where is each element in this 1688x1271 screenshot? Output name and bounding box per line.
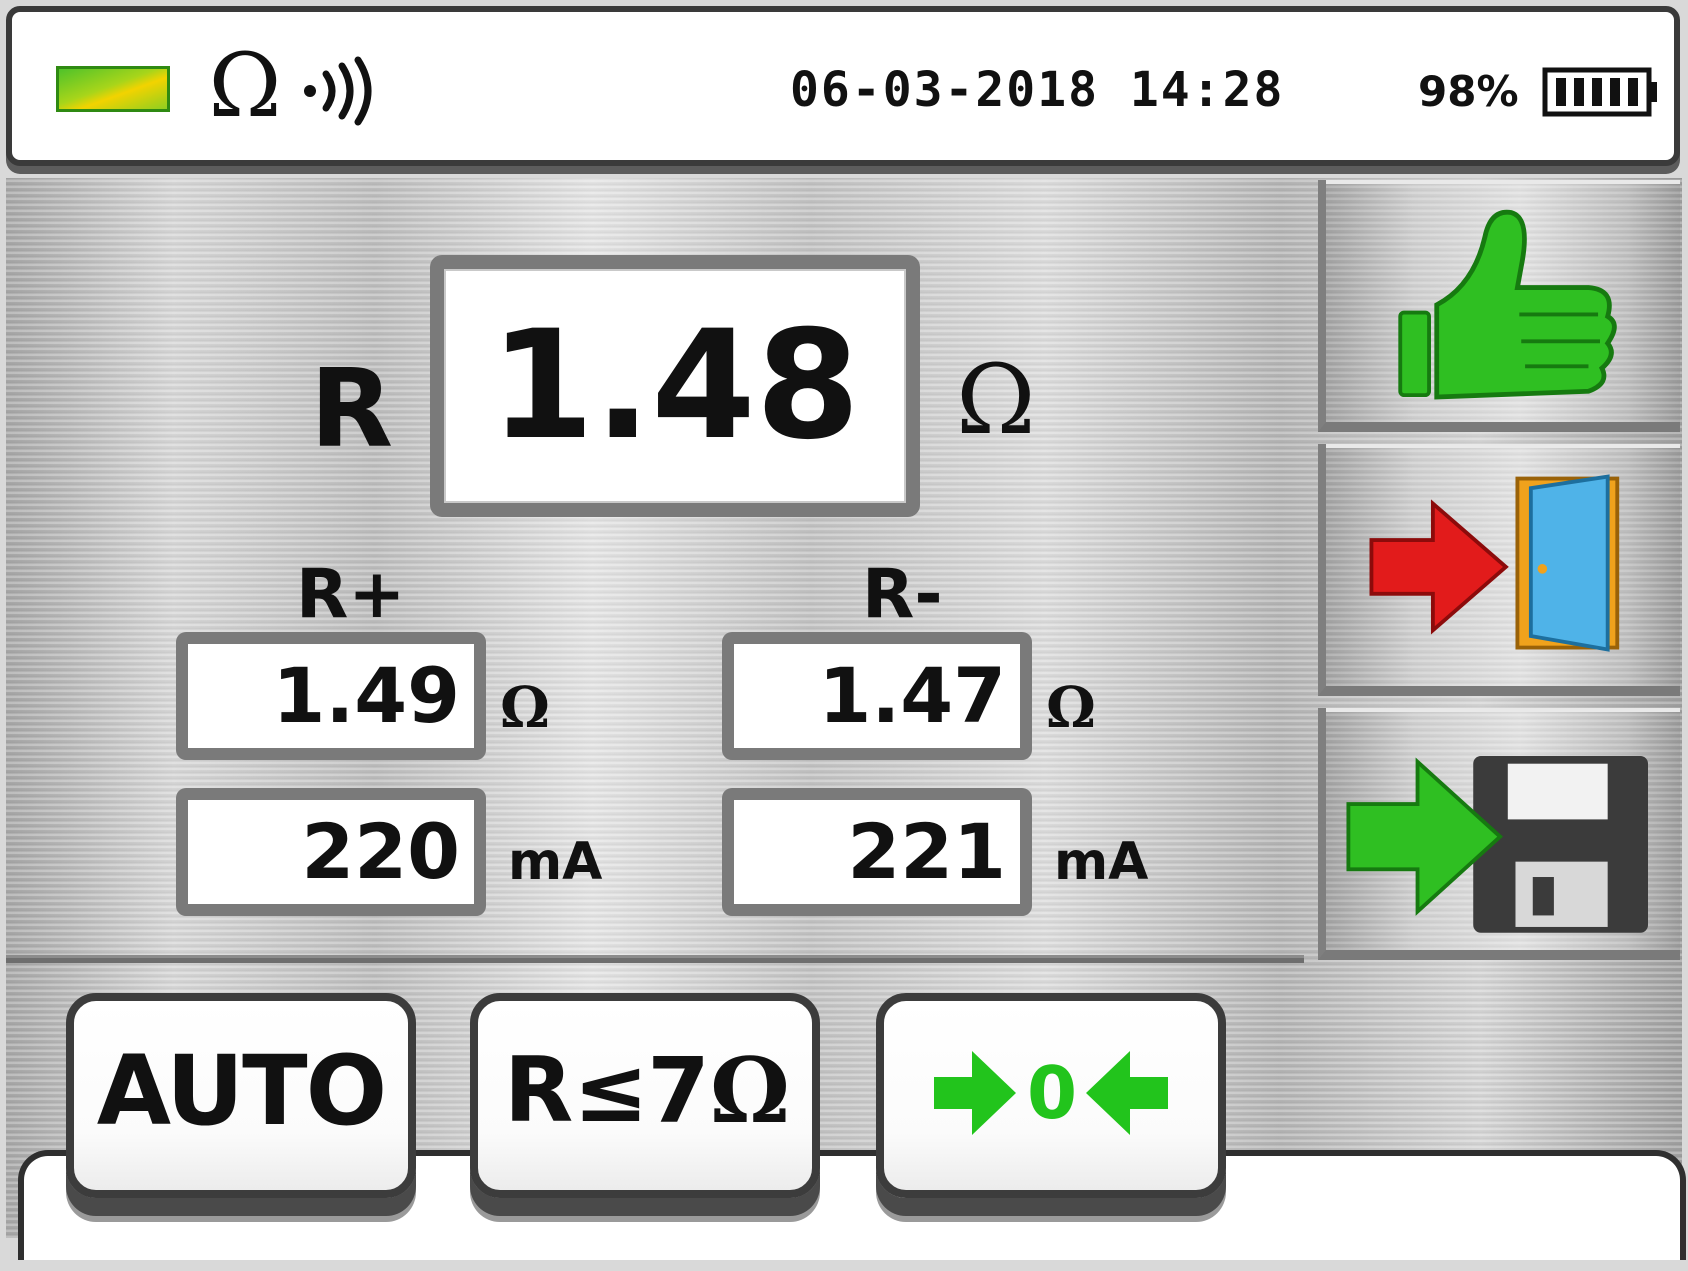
thumbs-up-icon — [1398, 209, 1617, 400]
r-plus-current-unit: mA — [508, 832, 603, 892]
exit-button[interactable] — [1318, 444, 1680, 696]
r-minus-resistance-unit: Ω — [1046, 675, 1096, 741]
r-plus-resistance-unit: Ω — [500, 675, 550, 741]
main-reading-label: R — [310, 347, 394, 472]
omega-icon: Ω — [208, 34, 282, 137]
r-minus-label: R- — [862, 555, 943, 634]
auto-button-label: AUTO — [96, 1035, 387, 1147]
r-minus-current-unit: mA — [1054, 832, 1149, 892]
range-button[interactable]: R≤ 7Ω — [470, 993, 820, 1198]
r-minus-current-box: 221 — [722, 788, 1032, 916]
range-symbol: R≤ — [504, 1038, 649, 1143]
beeper-icon — [304, 56, 372, 126]
main-reading-value: 1.48 — [489, 299, 861, 473]
range-unit: Ω — [709, 1038, 790, 1144]
exit-door-icon — [1369, 474, 1620, 652]
main-reading-box: 1.48 — [430, 255, 920, 517]
range-value-group: 7Ω — [647, 1001, 790, 1182]
battery-percent: 98% — [1418, 67, 1519, 116]
zero-label: 0 — [1026, 1051, 1077, 1135]
r-plus-resistance-box: 1.49 — [176, 632, 486, 760]
status-bar: Ω 06-03-2018 14:28 98% — [6, 6, 1680, 166]
r-minus-current-value: 221 — [847, 807, 1006, 896]
range-display: R≤ 7Ω — [478, 1001, 812, 1181]
status-indicator-icon — [56, 66, 170, 112]
datetime: 06-03-2018 14:28 — [790, 62, 1285, 118]
r-minus-resistance-value: 1.47 — [818, 651, 1006, 740]
r-plus-current-box: 220 — [176, 788, 486, 916]
range-value: 7 — [647, 1039, 710, 1144]
zero-button[interactable]: 0 — [876, 993, 1226, 1198]
save-button[interactable] — [1318, 708, 1680, 960]
save-floppy-icon — [1346, 756, 1649, 933]
main-reading-unit: Ω — [956, 344, 1036, 456]
r-plus-current-value: 220 — [301, 807, 460, 896]
r-plus-label: R+ — [296, 555, 406, 634]
battery-icon — [1542, 67, 1657, 117]
r-plus-resistance-value: 1.49 — [272, 651, 460, 740]
accept-button[interactable] — [1318, 180, 1680, 432]
r-minus-resistance-box: 1.47 — [722, 632, 1032, 760]
auto-button[interactable]: AUTO — [66, 993, 416, 1198]
screen: Ω 06-03-2018 14:28 98% R 1.48 Ω R+ 1.49 … — [0, 0, 1688, 1271]
